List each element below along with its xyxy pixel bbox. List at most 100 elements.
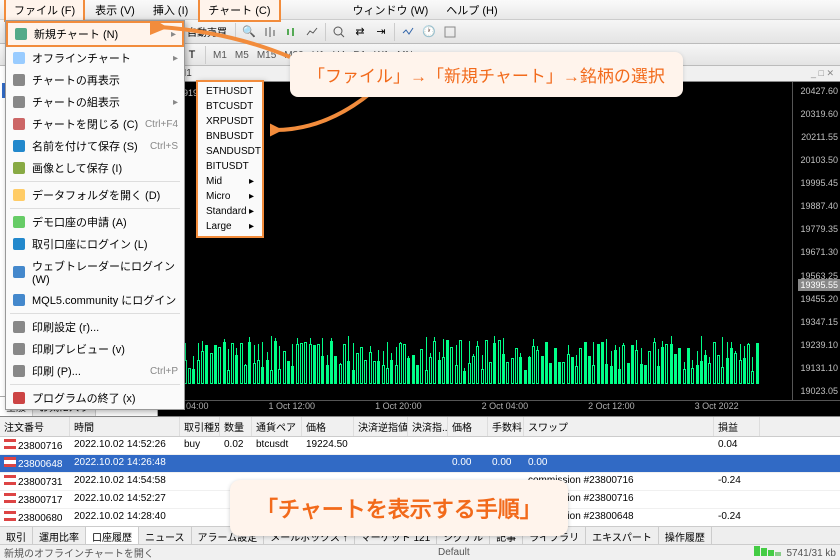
chart-type-bar-button[interactable]	[260, 22, 280, 42]
y-tick: 19131.10	[795, 363, 838, 373]
menu-label: MQL5.community にログイン	[32, 292, 176, 308]
menu-item[interactable]: データフォルダを開く (D)	[6, 184, 184, 206]
cell: 0.00	[448, 455, 488, 472]
terminal-tab[interactable]: エキスパート	[586, 527, 659, 544]
cell: btcusdt	[252, 437, 302, 454]
template-button[interactable]	[440, 22, 460, 42]
column-header[interactable]: 注文番号	[0, 417, 70, 436]
y-tick: 20427.60	[795, 86, 838, 96]
cell: 0.00	[488, 455, 524, 472]
scroll-icon[interactable]: ⇄	[350, 22, 370, 42]
menu-item[interactable]: 取引口座にログイン (L)	[6, 233, 184, 255]
cell: 2022.10.02 14:52:26	[70, 437, 180, 454]
menu-item[interactable]: デモ口座の申請 (A)	[6, 211, 184, 233]
menu-item[interactable]: チャートを閉じる (C)Ctrl+F4	[6, 113, 184, 135]
x-tick: 1 Oct 12:00	[269, 401, 316, 416]
timeframe-M5[interactable]: M5	[231, 48, 253, 63]
symbol-group[interactable]: Large▸	[198, 219, 262, 234]
terminal-tab[interactable]: 口座履歴	[86, 527, 139, 544]
column-header[interactable]: 決済逆指値(...	[354, 417, 408, 436]
menu-label: オフラインチャート	[32, 50, 131, 66]
zoom-out-icon[interactable]	[329, 22, 349, 42]
timeframe-M15[interactable]: M15	[253, 48, 280, 63]
cell	[180, 455, 220, 472]
menu-item[interactable]: 印刷プレビュー (v)	[6, 338, 184, 360]
symbol-item[interactable]: XRPUSDT	[198, 114, 262, 129]
menu-label: 画像として保存 (I)	[32, 160, 122, 176]
cell: 2022.10.02 14:54:58	[70, 473, 180, 490]
symbol-group[interactable]: Mid▸	[198, 174, 262, 189]
menu-insert[interactable]: 挿入 (I)	[145, 0, 196, 20]
zoom-in-button[interactable]: 🔍	[239, 22, 259, 42]
cell: buy	[180, 437, 220, 454]
shift-icon[interactable]: ⇥	[371, 22, 391, 42]
y-tick: 19347.15	[795, 317, 838, 327]
terminal-tab[interactable]: 操作履歴	[659, 527, 712, 544]
menu-item[interactable]: オフラインチャート▸	[6, 47, 184, 69]
symbol-group[interactable]: Standard▸	[198, 204, 262, 219]
menu-item[interactable]: 印刷 (P)... Ctrl+P	[6, 360, 184, 382]
menu-label: チャートの組表示	[32, 94, 120, 110]
column-header[interactable]: 決済指...	[408, 417, 448, 436]
symbol-item[interactable]: BITUSDT	[198, 159, 262, 174]
menu-icon	[12, 342, 26, 356]
menu-view[interactable]: 表示 (V)	[87, 0, 143, 20]
menu-icon	[12, 320, 26, 334]
menu-chart[interactable]: チャート (C)	[198, 0, 280, 22]
cell: 0.02	[220, 437, 252, 454]
menu-item[interactable]: チャートの再表示	[6, 69, 184, 91]
menu-item[interactable]: 名前を付けて保存 (S)Ctrl+S	[6, 135, 184, 157]
indicator-button[interactable]	[398, 22, 418, 42]
menu-item[interactable]: 印刷設定 (r)...	[6, 316, 184, 338]
terminal-tab[interactable]: ニュース	[139, 527, 192, 544]
cell	[180, 473, 220, 490]
menu-label: 印刷 (P)...	[32, 363, 81, 379]
status-mid: Default	[438, 547, 470, 558]
symbol-item[interactable]: BTCUSDT	[198, 99, 262, 114]
column-header[interactable]: 価格	[302, 417, 354, 436]
y-tick: 20103.50	[795, 155, 838, 165]
column-header[interactable]: 損益	[714, 417, 760, 436]
new-chart-submenu[interactable]: ETHUSDTBTCUSDTXRPUSDTBNBUSDTSANDUSDTBITU…	[196, 80, 264, 238]
symbol-item[interactable]: BNBUSDT	[198, 129, 262, 144]
terminal-header: 注文番号時間取引種別数量通貨ペア価格決済逆指値(...決済指...価格手数料スワ…	[0, 417, 840, 437]
menu-item[interactable]: 新規チャート (N)▸	[6, 21, 184, 47]
chart-type-line-button[interactable]	[302, 22, 322, 42]
menu-item[interactable]: ウェブトレーダーにログイン (W)	[6, 255, 184, 289]
terminal-tab[interactable]: 取引	[0, 527, 33, 544]
cell: 23800731	[0, 473, 70, 490]
menu-item[interactable]: MQL5.community にログイン	[6, 289, 184, 311]
symbol-group[interactable]: Micro▸	[198, 189, 262, 204]
menu-window[interactable]: ウィンドウ (W)	[345, 0, 437, 20]
table-row[interactable]: 238006482022.10.02 14:26:480.000.000.00	[0, 455, 840, 473]
cell	[524, 437, 714, 454]
y-tick: 20211.55	[795, 132, 838, 142]
file-dropdown[interactable]: 新規チャート (N)▸オフラインチャート▸チャートの再表示チャートの組表示▸チャ…	[5, 20, 185, 410]
column-header[interactable]: 時間	[70, 417, 180, 436]
menu-label: デモ口座の申請 (A)	[32, 214, 127, 230]
column-header[interactable]: 価格	[448, 417, 488, 436]
menu-item[interactable]: チャートの組表示▸	[6, 91, 184, 113]
menu-help[interactable]: ヘルプ (H)	[438, 0, 505, 20]
label-button[interactable]: T	[182, 45, 202, 65]
chart-type-candle-button[interactable]	[281, 22, 301, 42]
menu-shortcut: Ctrl+P	[150, 366, 178, 377]
menu-label: 印刷プレビュー (v)	[32, 341, 125, 357]
column-header[interactable]: 手数料	[488, 417, 524, 436]
y-tick: 19995.45	[795, 178, 838, 188]
menu-icon	[12, 73, 26, 87]
timeframe-M1[interactable]: M1	[209, 48, 231, 63]
symbol-item[interactable]: SANDUSDT	[198, 144, 262, 159]
period-button[interactable]: 🕐	[419, 22, 439, 42]
table-row[interactable]: 238007162022.10.02 14:52:26buy0.02btcusd…	[0, 437, 840, 455]
menu-file[interactable]: ファイル (F)	[4, 0, 85, 22]
column-header[interactable]: 通貨ペア	[252, 417, 302, 436]
menu-item[interactable]: 画像として保存 (I)	[6, 157, 184, 179]
column-header[interactable]: 取引種別	[180, 417, 220, 436]
symbol-item[interactable]: ETHUSDT	[198, 84, 262, 99]
menu-item[interactable]: プログラムの終了 (x)	[6, 387, 184, 409]
column-header[interactable]: 数量	[220, 417, 252, 436]
terminal-tab[interactable]: 運用比率	[33, 527, 86, 544]
cell	[180, 509, 220, 526]
column-header[interactable]: スワップ	[524, 417, 714, 436]
